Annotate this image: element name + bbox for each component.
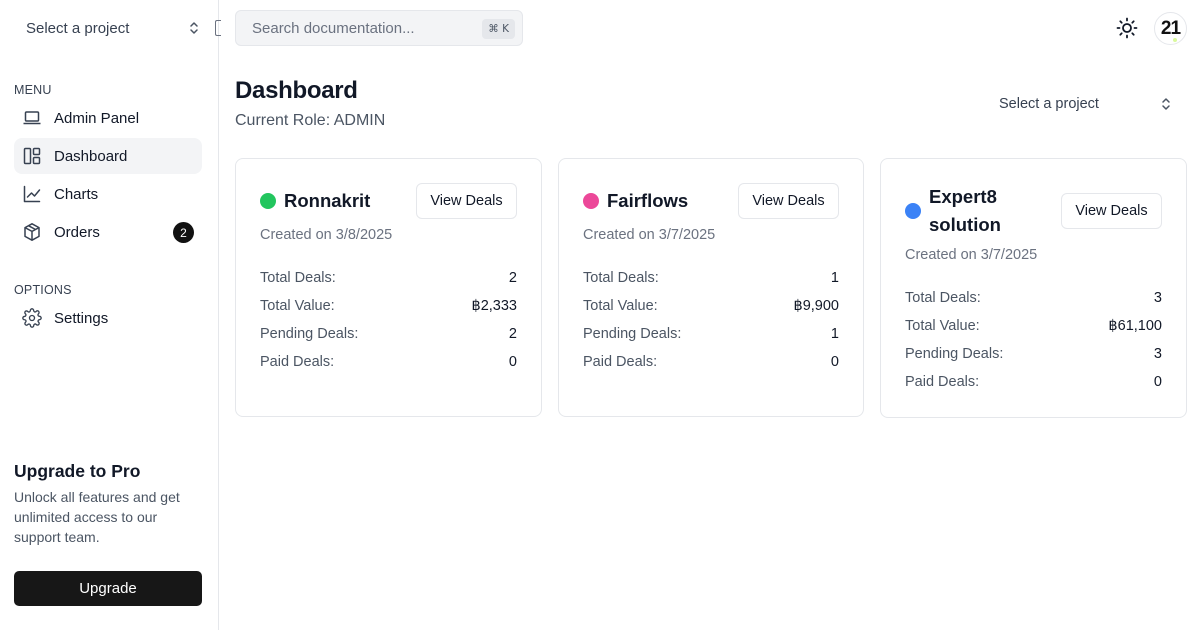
search-shortcut-hint: ⌘ K [482, 19, 515, 39]
stat-row: Paid Deals: 0 [260, 354, 517, 374]
sidebar-item-label: Charts [54, 185, 99, 203]
stat-row: Total Deals: 1 [583, 270, 839, 290]
sidebar-item-label: Settings [54, 309, 109, 327]
created-date: Created on 3/7/2025 [905, 247, 1038, 263]
menu-section-label: MENU [14, 83, 52, 97]
stat-value: 1 [830, 270, 839, 286]
stat-row: Pending Deals: 3 [905, 346, 1162, 366]
created-date: Created on 3/8/2025 [260, 227, 393, 243]
line-chart-icon [22, 184, 42, 204]
card-header: Expert8 solution View Deals [905, 183, 1162, 239]
stat-row: Total Deals: 2 [260, 270, 517, 290]
chevron-up-down-icon [190, 22, 198, 34]
stat-row: Total Deals: 3 [905, 290, 1162, 310]
stat-label: Pending Deals: [260, 326, 359, 342]
sidebar-item-orders[interactable]: Orders 2 [14, 214, 202, 250]
card-header: Ronnakrit View Deals [260, 183, 517, 219]
stat-value: ฿9,900 [793, 298, 839, 314]
stat-row: Paid Deals: 0 [583, 354, 839, 374]
sidebar-item-admin-panel[interactable]: Admin Panel [14, 100, 202, 136]
stat-label: Paid Deals: [583, 354, 658, 370]
stat-label: Total Deals: [905, 290, 981, 306]
project-name-line-1: Expert8 [929, 186, 997, 207]
sidebar: Select a project MENU Admin Panel Dashbo… [0, 0, 219, 630]
stat-row: Pending Deals: 2 [260, 326, 517, 346]
stat-value: 3 [1153, 290, 1162, 306]
stat-row: Paid Deals: 0 [905, 374, 1162, 394]
stat-row: Total Value: ฿9,900 [583, 298, 839, 318]
stat-label: Paid Deals: [905, 374, 980, 390]
stat-label: Total Value: [260, 298, 335, 314]
app-root: Select a project MENU Admin Panel Dashbo… [0, 0, 1200, 630]
user-avatar[interactable]: 21 [1154, 12, 1187, 45]
sidebar-item-label: Dashboard [54, 147, 128, 165]
stat-value: 0 [1153, 374, 1162, 390]
options-section-label: OPTIONS [14, 283, 72, 297]
stat-value: 3 [1153, 346, 1162, 362]
promo-title: Upgrade to Pro [14, 461, 141, 481]
project-card: Expert8 solution View Deals Created on 3… [880, 158, 1187, 418]
status-dot [583, 193, 599, 209]
view-deals-button[interactable]: View Deals [738, 183, 839, 219]
project-switcher-label: Select a project [26, 19, 130, 37]
avatar-text: 21 [1160, 17, 1181, 39]
laptop-icon [22, 108, 42, 128]
stat-row: Pending Deals: 1 [583, 326, 839, 346]
project-card: Ronnakrit View Deals Created on 3/8/2025… [235, 158, 542, 417]
upgrade-button[interactable]: Upgrade [14, 571, 202, 606]
stat-label: Pending Deals: [905, 346, 1004, 362]
current-role: Current Role: ADMIN [235, 112, 386, 129]
stat-value: ฿61,100 [1108, 318, 1162, 334]
project-card: Fairflows View Deals Created on 3/7/2025… [558, 158, 864, 417]
stat-value: 2 [508, 326, 517, 342]
stat-label: Total Value: [583, 298, 658, 314]
stat-label: Total Deals: [260, 270, 336, 286]
layout-dashboard-icon [22, 146, 42, 166]
stat-row: Total Value: ฿2,333 [260, 298, 517, 318]
gear-icon [22, 308, 42, 328]
stat-value: 2 [508, 270, 517, 286]
stat-value: 0 [508, 354, 517, 370]
search-input[interactable] [252, 19, 472, 37]
project-name-line-2: solution [929, 214, 1001, 235]
sidebar-toggle-icon[interactable] [215, 20, 221, 36]
orders-count-badge: 2 [173, 222, 194, 243]
sidebar-item-label: Admin Panel [54, 109, 140, 127]
stat-value: 0 [830, 354, 839, 370]
theme-toggle[interactable] [1115, 16, 1139, 40]
sidebar-project-switcher[interactable]: Select a project [14, 12, 206, 44]
sidebar-item-dashboard[interactable]: Dashboard [14, 138, 202, 174]
stat-label: Total Value: [905, 318, 980, 334]
promo-text: Unlock all features and get unlimited ac… [14, 489, 180, 545]
stat-label: Total Deals: [583, 270, 659, 286]
page-title: Dashboard [235, 77, 358, 104]
status-dot [905, 203, 921, 219]
card-header: Fairflows View Deals [583, 183, 839, 219]
project-select-value: Select a project [999, 96, 1099, 112]
sidebar-item-charts[interactable]: Charts [14, 176, 202, 212]
project-select[interactable]: Select a project [988, 92, 1178, 116]
stat-row: Total Value: ฿61,100 [905, 318, 1162, 338]
package-icon [22, 222, 42, 242]
stat-label: Pending Deals: [583, 326, 682, 342]
search-bar[interactable]: ⌘ K [235, 10, 523, 46]
sidebar-item-settings[interactable]: Settings [14, 300, 202, 336]
stat-value: 1 [830, 326, 839, 342]
stat-label: Paid Deals: [260, 354, 335, 370]
sidebar-item-label: Orders [54, 223, 100, 241]
project-name: Ronnakrit [284, 190, 371, 211]
chevron-up-down-icon [1162, 98, 1170, 110]
stat-value: ฿2,333 [471, 298, 517, 314]
status-dot [260, 193, 276, 209]
sun-icon [1116, 17, 1138, 39]
created-date: Created on 3/7/2025 [583, 227, 716, 243]
view-deals-button[interactable]: View Deals [1061, 193, 1162, 229]
view-deals-button[interactable]: View Deals [416, 183, 517, 219]
project-name: Fairflows [607, 190, 689, 211]
avatar-accent-dot [1173, 38, 1177, 42]
